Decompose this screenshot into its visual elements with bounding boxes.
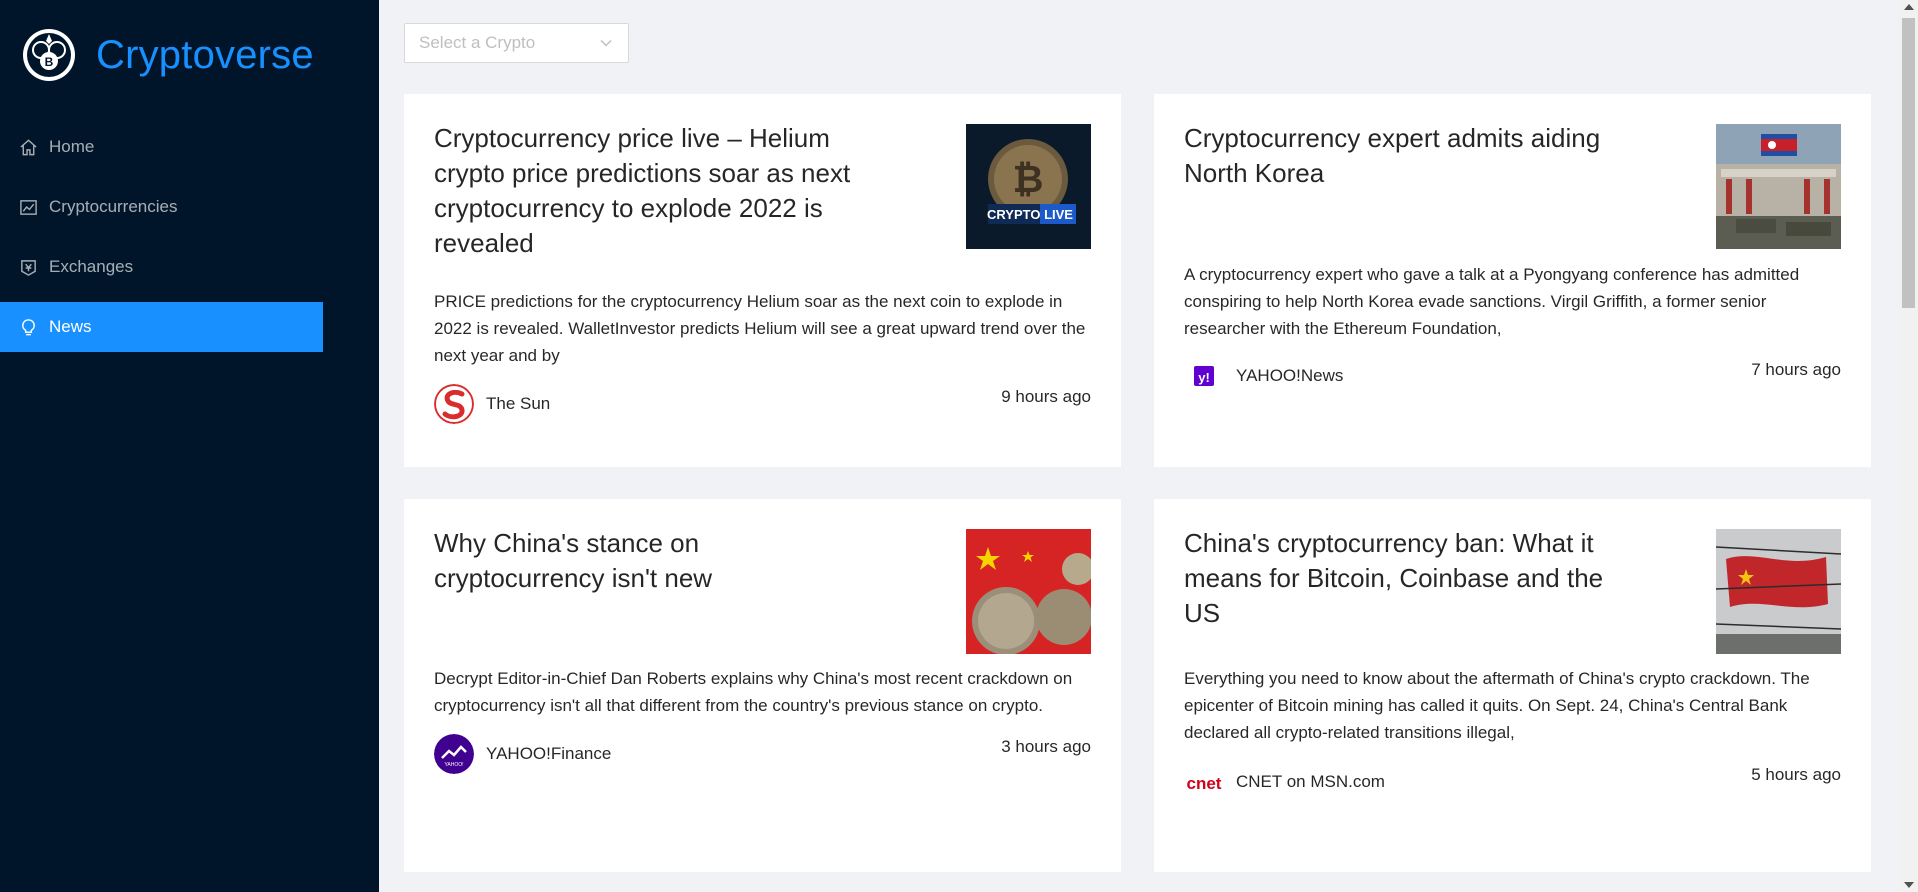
yahoo-news-logo-icon: y! — [1184, 356, 1224, 396]
brand[interactable]: B Cryptoverse — [22, 28, 314, 82]
svg-text:YAHOO!: YAHOO! — [444, 762, 463, 768]
news-time: 9 hours ago — [1001, 387, 1091, 406]
news-description: Decrypt Editor-in-Chief Dan Roberts expl… — [434, 669, 1073, 715]
provider-name: CNET on MSN.com — [1236, 772, 1385, 791]
sidebar-item-label: News — [49, 317, 92, 336]
svg-text:cnet: cnet — [1187, 774, 1222, 793]
news-image[interactable]: ₿ CRYPTO LIVE — [966, 124, 1091, 249]
news-time: 5 hours ago — [1751, 765, 1841, 784]
sidebar-item-label: Cryptocurrencies — [49, 197, 178, 216]
news-description: Everything you need to know about the af… — [1184, 669, 1810, 742]
provider-name: The Sun — [486, 394, 551, 413]
scroll-thumb[interactable] — [1902, 18, 1915, 308]
news-provider: cnet CNET on MSN.com — [1184, 762, 1385, 802]
news-image[interactable] — [1716, 529, 1841, 654]
news-card[interactable]: Why China's stance on cryptocurrency isn… — [404, 499, 1121, 872]
page-scrollbar[interactable] — [1899, 0, 1918, 892]
yahoo-finance-logo-icon: YAHOO! — [434, 734, 474, 774]
news-card[interactable]: Cryptocurrency expert admits aiding Nort… — [1154, 94, 1871, 467]
news-description: PRICE predictions for the cryptocurrency… — [434, 292, 1086, 365]
sidebar-menu: Home Cryptocurrencies Exchanges News — [0, 122, 323, 362]
cnet-logo-icon: cnet — [1184, 762, 1224, 802]
crypto-logo-icon: B — [23, 29, 75, 81]
svg-text:₿: ₿ — [1013, 159, 1044, 201]
news-provider: YAHOO! YAHOO!Finance — [434, 734, 611, 774]
provider-name: YAHOO!News — [1236, 366, 1344, 385]
news-time: 7 hours ago — [1751, 360, 1841, 379]
sidebar-item-news[interactable]: News — [0, 302, 323, 352]
svg-text:B: B — [45, 55, 54, 69]
north-korea-parade-image — [1716, 124, 1841, 249]
china-flag-coins-image — [966, 529, 1091, 654]
sidebar-item-cryptocurrencies[interactable]: Cryptocurrencies — [0, 182, 323, 232]
news-card[interactable]: Cryptocurrency price live – Helium crypt… — [404, 94, 1121, 467]
news-provider: y! YAHOO!News — [1184, 356, 1343, 396]
line-chart-icon — [20, 199, 37, 215]
news-description: A cryptocurrency expert who gave a talk … — [1184, 265, 1800, 338]
news-image[interactable] — [1716, 124, 1841, 249]
select-placeholder: Select a Crypto — [419, 33, 536, 52]
news-title[interactable]: Cryptocurrency expert admits aiding Nort… — [1184, 121, 1614, 191]
news-time: 3 hours ago — [1001, 737, 1091, 756]
news-card[interactable]: China's cryptocurrency ban: What it mean… — [1154, 499, 1871, 872]
main-content: Select a Crypto Cryptocurrency price liv… — [379, 0, 1899, 892]
news-provider: The Sun — [434, 384, 550, 424]
provider-name: YAHOO!Finance — [486, 744, 612, 763]
app-title[interactable]: Cryptoverse — [96, 33, 314, 78]
scroll-up-icon[interactable] — [1904, 4, 1914, 10]
sidebar-item-home[interactable]: Home — [0, 122, 323, 172]
svg-text:CRYPTO LIVE: CRYPTO LIVE — [987, 207, 1073, 222]
bulb-icon — [22, 318, 35, 335]
china-flag-barbed-wire-image — [1716, 529, 1841, 654]
svg-text:y!: y! — [1198, 370, 1210, 385]
sidebar-item-exchanges[interactable]: Exchanges — [0, 242, 323, 292]
bitcoin-coin-image: ₿ CRYPTO LIVE — [966, 124, 1091, 249]
sidebar-item-label: Exchanges — [49, 257, 134, 276]
home-icon — [20, 138, 37, 155]
sidebar-item-label: Home — [49, 137, 95, 156]
news-title[interactable]: Why China's stance on cryptocurrency isn… — [434, 526, 864, 596]
news-title[interactable]: Cryptocurrency price live – Helium crypt… — [434, 121, 864, 261]
scroll-down-icon[interactable] — [1904, 882, 1914, 888]
chevron-down-icon — [600, 39, 612, 47]
news-title[interactable]: China's cryptocurrency ban: What it mean… — [1184, 526, 1614, 631]
money-collect-icon — [21, 259, 36, 276]
the-sun-logo-icon — [434, 384, 474, 424]
sidebar: B Cryptoverse Home Cryptocurrencies Exch… — [0, 0, 379, 892]
crypto-select[interactable]: Select a Crypto — [404, 23, 629, 63]
news-image[interactable] — [966, 529, 1091, 654]
